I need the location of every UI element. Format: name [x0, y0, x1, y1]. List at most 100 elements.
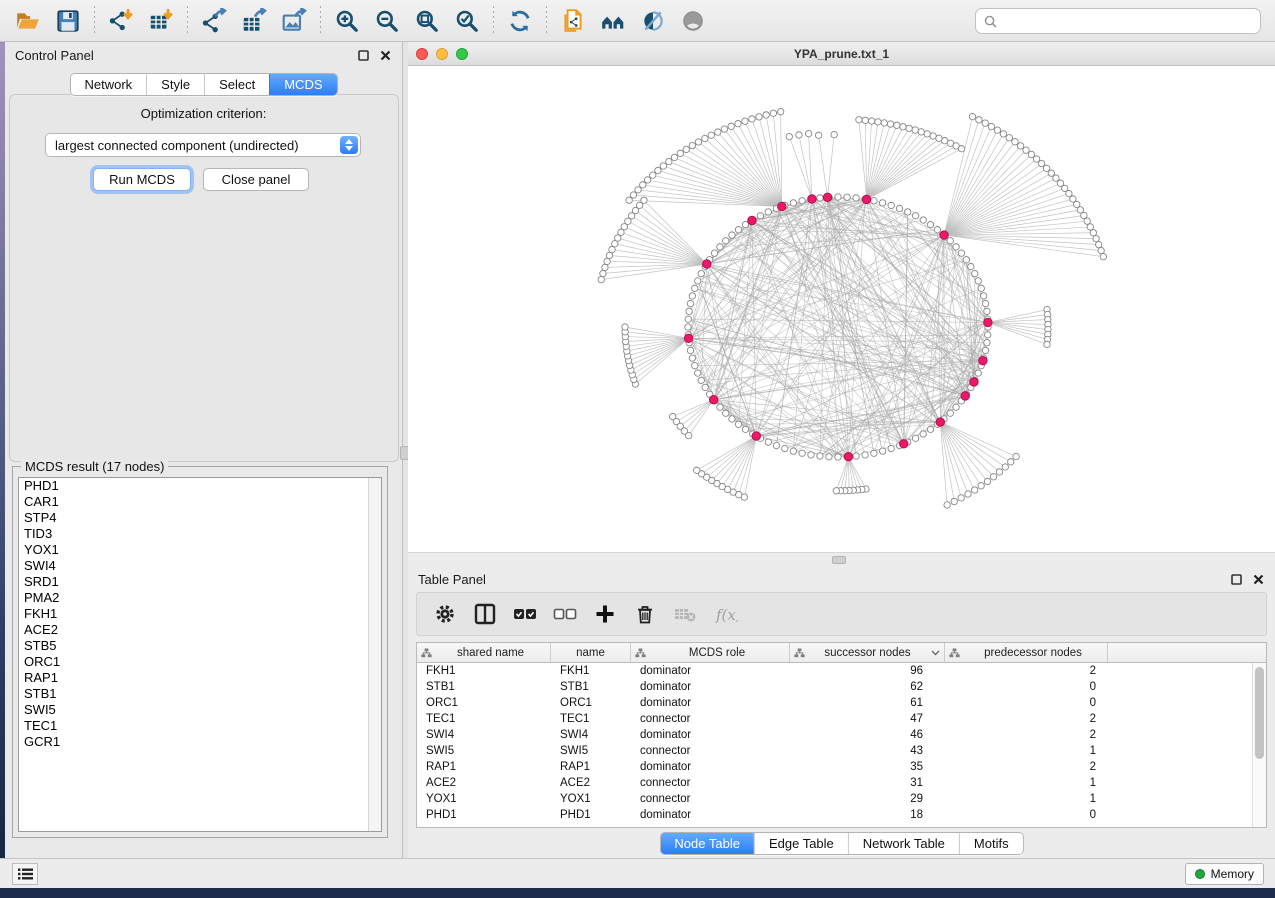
mcds-result-item[interactable]: GCR1	[19, 734, 381, 750]
mcds-result-item[interactable]: SWI4	[19, 558, 381, 574]
horizontal-splitter[interactable]	[408, 552, 1275, 566]
column-header-name[interactable]: name	[551, 643, 631, 662]
task-history-button[interactable]	[12, 863, 38, 885]
mcds-result-item[interactable]: STP4	[19, 510, 381, 526]
mcds-result-item[interactable]: SWI5	[19, 702, 381, 718]
table-row[interactable]: ACE2ACE2connector311	[417, 775, 1266, 791]
zoom-fit-button[interactable]	[407, 3, 447, 39]
clear-selection-button[interactable]	[547, 596, 583, 632]
mcds-result-list[interactable]: PHD1CAR1STP4TID3YOX1SWI4SRD1PMA2FKH1ACE2…	[18, 477, 382, 832]
tab-network[interactable]: Network	[70, 74, 146, 95]
column-header-predecessor-nodes[interactable]: predecessor nodes	[945, 643, 1108, 662]
float-panel-icon[interactable]	[1229, 572, 1243, 586]
table-cell: SWI4	[417, 727, 551, 743]
export-table-button[interactable]	[234, 3, 274, 39]
control-panel-title: Control Panel	[15, 48, 348, 63]
gear-button[interactable]	[427, 596, 463, 632]
tab-network-table[interactable]: Network Table	[848, 833, 959, 854]
table-cell: RAP1	[417, 759, 551, 775]
table-row[interactable]: FKH1FKH1dominator962	[417, 663, 1266, 679]
table-row[interactable]: RAP1RAP1dominator352	[417, 759, 1266, 775]
add-column-button[interactable]	[587, 596, 623, 632]
splitter-grip-icon[interactable]	[832, 556, 846, 564]
tab-node-table[interactable]: Node Table	[660, 833, 754, 854]
table-row[interactable]: STB1STB1dominator620	[417, 679, 1266, 695]
save-session-button[interactable]	[48, 3, 88, 39]
import-table-button[interactable]	[141, 3, 181, 39]
control-panel: Control Panel NetworkStyleSelectMCDS Opt…	[5, 42, 403, 858]
tab-edge-table[interactable]: Edge Table	[754, 833, 848, 854]
close-panel-icon[interactable]	[1251, 572, 1265, 586]
network-canvas[interactable]	[408, 66, 1275, 552]
mcds-result-item[interactable]: STB5	[19, 638, 381, 654]
search-box[interactable]	[975, 8, 1261, 34]
search-binoculars-button[interactable]	[593, 3, 633, 39]
open-file-button[interactable]	[8, 3, 48, 39]
table-scrollbar[interactable]	[1252, 663, 1266, 827]
optimization-criterion-select[interactable]: largest connected component (undirected)	[45, 133, 361, 157]
mcds-result-item[interactable]: ORC1	[19, 654, 381, 670]
tab-mcds[interactable]: MCDS	[269, 74, 336, 95]
hide-graphics-details-button[interactable]	[633, 3, 673, 39]
split-columns-button[interactable]	[467, 596, 503, 632]
clear-selection-icon	[552, 601, 578, 627]
table-cell: 2	[945, 727, 1108, 743]
close-panel-icon[interactable]	[378, 48, 392, 62]
run-mcds-button[interactable]: Run MCDS	[93, 168, 191, 191]
delete-column-icon	[632, 601, 658, 627]
table-row[interactable]: TEC1TEC1connector472	[417, 711, 1266, 727]
mcds-result-item[interactable]: STB1	[19, 686, 381, 702]
mcds-result-item[interactable]: CAR1	[19, 494, 381, 510]
tab-select[interactable]: Select	[204, 74, 269, 95]
tab-style[interactable]: Style	[146, 74, 204, 95]
mcds-result-item[interactable]: SRD1	[19, 574, 381, 590]
mcds-result-item[interactable]: PHD1	[19, 478, 381, 494]
mcds-result-item[interactable]: ACE2	[19, 622, 381, 638]
table-row[interactable]: SWI5SWI5connector431	[417, 743, 1266, 759]
status-bar: Memory	[0, 858, 1275, 888]
close-window-icon[interactable]	[416, 48, 428, 60]
mcds-result-item[interactable]: TEC1	[19, 718, 381, 734]
hide-graphics-details-icon	[640, 8, 666, 34]
table-row[interactable]: PHD1PHD1dominator180	[417, 807, 1266, 823]
criterion-selected-value: largest connected component (undirected)	[55, 138, 299, 153]
clone-network-button[interactable]	[553, 3, 593, 39]
column-header-successor-nodes[interactable]: successor nodes	[790, 643, 945, 662]
import-network-button[interactable]	[101, 3, 141, 39]
table-row[interactable]: YOX1YOX1connector291	[417, 791, 1266, 807]
sort-descending-icon	[931, 650, 940, 656]
network-window-titlebar[interactable]: YPA_prune.txt_1	[408, 42, 1275, 66]
mcds-result-item[interactable]: YOX1	[19, 542, 381, 558]
mcds-list-scrollbar[interactable]	[368, 478, 381, 831]
mcds-result-item[interactable]: RAP1	[19, 670, 381, 686]
table-cell: dominator	[631, 807, 790, 823]
memory-button[interactable]: Memory	[1185, 863, 1264, 885]
float-panel-icon[interactable]	[356, 48, 370, 62]
export-network-button[interactable]	[194, 3, 234, 39]
table-scrollbar-thumb[interactable]	[1255, 667, 1264, 759]
tab-motifs[interactable]: Motifs	[959, 833, 1023, 854]
zoom-in-button[interactable]	[327, 3, 367, 39]
table-row[interactable]: ORC1ORC1dominator610	[417, 695, 1266, 711]
table-cell: dominator	[631, 727, 790, 743]
zoom-out-button[interactable]	[367, 3, 407, 39]
export-image-button[interactable]	[274, 3, 314, 39]
minimize-window-icon[interactable]	[436, 48, 448, 60]
close-panel-button[interactable]: Close panel	[203, 168, 309, 191]
table-cell: 46	[790, 727, 945, 743]
search-input[interactable]	[1002, 14, 1252, 28]
table-cell: SWI4	[551, 727, 631, 743]
mcds-result-item[interactable]: PMA2	[19, 590, 381, 606]
column-header-MCDS-role[interactable]: MCDS role	[631, 643, 790, 662]
delete-column-button[interactable]	[627, 596, 663, 632]
show-graphics-details-button[interactable]	[673, 3, 713, 39]
refresh-layout-button[interactable]	[500, 3, 540, 39]
mcds-result-group: MCDS result (17 nodes) PHD1CAR1STP4TID3Y…	[12, 466, 388, 838]
select-all-button[interactable]	[507, 596, 543, 632]
zoom-selected-button[interactable]	[447, 3, 487, 39]
column-header-shared-name[interactable]: shared name	[417, 643, 551, 662]
mcds-result-item[interactable]: FKH1	[19, 606, 381, 622]
mcds-result-item[interactable]: TID3	[19, 526, 381, 542]
maximize-window-icon[interactable]	[456, 48, 468, 60]
table-row[interactable]: SWI4SWI4dominator462	[417, 727, 1266, 743]
